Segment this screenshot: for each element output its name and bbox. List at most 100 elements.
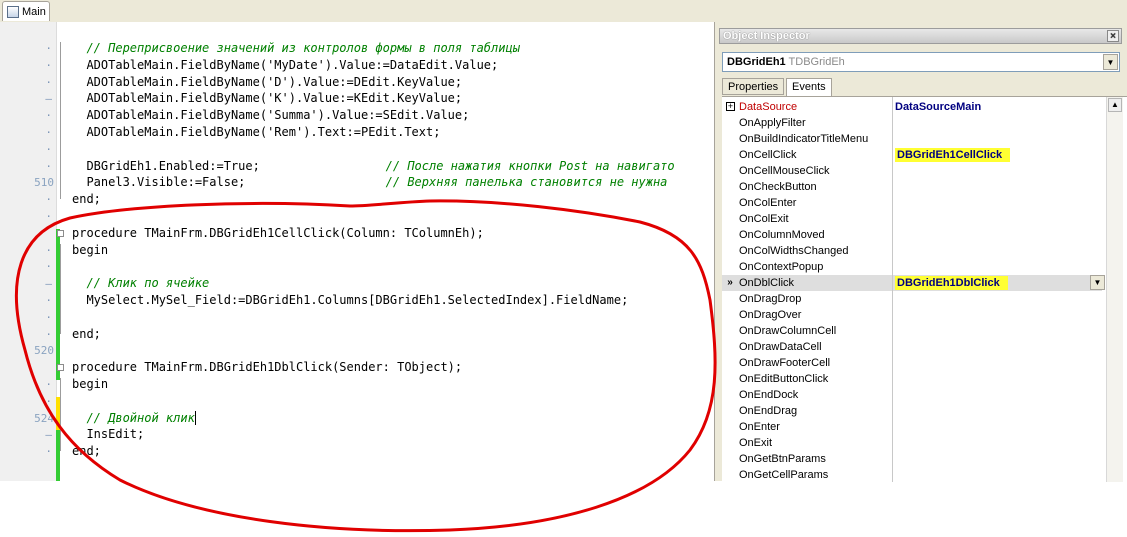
code-text: DBGridEh1.Enabled:=True; bbox=[72, 158, 260, 173]
code-line[interactable]: InsEdit; bbox=[72, 426, 144, 443]
code-text: Panel3.Visible:=False; bbox=[72, 175, 260, 190]
handler-name: DataSourceMain bbox=[895, 101, 982, 113]
event-name: OnContextPopup bbox=[739, 261, 824, 273]
fold-toggle-icon[interactable] bbox=[57, 364, 64, 372]
code-text: end; bbox=[72, 444, 101, 459]
event-row[interactable]: OnGetBtnParams bbox=[722, 451, 1102, 467]
line-number: 520 bbox=[34, 344, 54, 358]
fold-guide bbox=[60, 378, 61, 452]
code-comment: // Клик по ячейке bbox=[72, 276, 210, 291]
line-marker: – bbox=[45, 92, 52, 106]
tab-main[interactable]: Main bbox=[2, 1, 50, 21]
line-number: 510 bbox=[34, 176, 54, 190]
event-row[interactable]: OnDragOver bbox=[722, 307, 1102, 323]
fold-toggle-icon[interactable] bbox=[57, 229, 64, 237]
event-name: OnColumnMoved bbox=[739, 229, 825, 241]
code-line[interactable]: procedure TMainFrm.DBGridEh1DblClick(Sen… bbox=[72, 359, 462, 376]
event-name: DataSource bbox=[739, 101, 798, 113]
event-row[interactable]: OnColumnMoved bbox=[722, 227, 1102, 243]
close-icon[interactable]: × bbox=[1107, 30, 1119, 42]
inspector-title: Object Inspector bbox=[723, 30, 810, 42]
code-comment: // Двойной клик bbox=[72, 410, 195, 425]
event-row[interactable]: OnColWidthsChanged bbox=[722, 243, 1102, 259]
chevron-down-icon[interactable]: ▼ bbox=[1090, 275, 1105, 290]
object-selector[interactable]: DBGridEh1 TDBGridEh ▼ bbox=[722, 52, 1120, 72]
code-line[interactable]: MySelect.MySel_Field:=DBGridEh1.Columns[… bbox=[72, 292, 628, 309]
expand-plus-icon[interactable]: + bbox=[726, 102, 735, 111]
grid-scrollbar[interactable]: ▲ bbox=[1106, 97, 1123, 482]
code-line[interactable]: ADOTableMain.FieldByName('Summa').Value:… bbox=[72, 107, 469, 124]
event-row[interactable]: OnDrawDataCell bbox=[722, 339, 1102, 355]
event-name: OnApplyFilter bbox=[739, 117, 806, 129]
event-row[interactable]: OnGetCellParams bbox=[722, 467, 1102, 482]
event-row[interactable]: OnApplyFilter bbox=[722, 115, 1102, 131]
code-line[interactable]: ADOTableMain.FieldByName('Rem').Text:=PE… bbox=[72, 124, 440, 141]
event-row[interactable]: OnDragDrop bbox=[722, 291, 1102, 307]
event-row[interactable]: OnBuildIndicatorTitleMenu bbox=[722, 131, 1102, 147]
code-line[interactable]: procedure TMainFrm.DBGridEh1CellClick(Co… bbox=[72, 225, 484, 242]
code-text: ADOTableMain.FieldByName('Summa').Value:… bbox=[72, 108, 470, 123]
event-row[interactable]: OnExit bbox=[722, 435, 1102, 451]
code-line[interactable]: Panel3.Visible:=False; // Верхняя панель… bbox=[72, 174, 667, 191]
chevron-down-icon[interactable]: ▼ bbox=[1103, 54, 1118, 70]
code-line[interactable]: end; bbox=[72, 326, 101, 343]
line-marker: · bbox=[45, 294, 52, 307]
event-row[interactable]: OnEditButtonClick bbox=[722, 371, 1102, 387]
code-line[interactable]: begin bbox=[72, 376, 108, 393]
event-row[interactable]: OnColExit bbox=[722, 211, 1102, 227]
event-name: OnCellMouseClick bbox=[739, 165, 830, 177]
event-row[interactable]: OnEndDrag bbox=[722, 403, 1102, 419]
code-line[interactable]: DBGridEh1.Enabled:=True; // После нажатия… bbox=[72, 158, 675, 175]
event-name: OnColEnter bbox=[739, 197, 797, 209]
event-row[interactable]: OnDrawColumnCell bbox=[722, 323, 1102, 339]
event-handler-value[interactable]: DataSourceMain bbox=[895, 99, 1100, 115]
event-row[interactable]: OnCellMouseClick bbox=[722, 163, 1102, 179]
code-line[interactable]: end; bbox=[72, 191, 101, 208]
unit-file-icon bbox=[7, 5, 19, 18]
code-line[interactable]: ADOTableMain.FieldByName('D').Value:=DEd… bbox=[72, 74, 462, 91]
event-handler-value[interactable]: DBGridEh1CellClick bbox=[895, 147, 1100, 163]
line-marker: · bbox=[45, 445, 52, 459]
grid-divider[interactable] bbox=[892, 97, 893, 482]
event-row[interactable]: + DataSource DataSourceMain bbox=[722, 99, 1102, 115]
event-name: OnGetCellParams bbox=[739, 469, 829, 481]
code-line[interactable]: // Клик по ячейке bbox=[72, 275, 209, 292]
code-comment: // После нажатия кнопки Post на навигато bbox=[385, 158, 675, 173]
text-cursor bbox=[194, 411, 196, 426]
code-line[interactable]: ADOTableMain.FieldByName('K').Value:=KEd… bbox=[72, 90, 462, 107]
line-marker: · bbox=[45, 159, 52, 173]
event-row[interactable]: OnDrawFooterCell bbox=[722, 355, 1102, 371]
event-name: OnEndDrag bbox=[739, 405, 798, 417]
code-editor[interactable]: 510 520 524 · · · · · · · · · · · · · · · · · – – – // Перепри… bbox=[0, 22, 714, 481]
tab-properties[interactable]: Properties bbox=[722, 78, 785, 95]
event-name: OnGetBtnParams bbox=[739, 453, 826, 465]
fold-guide bbox=[60, 42, 61, 200]
event-row[interactable]: OnContextPopup bbox=[722, 259, 1102, 275]
line-marker: · bbox=[45, 58, 52, 72]
line-marker: · bbox=[45, 42, 52, 55]
event-name: OnExit bbox=[739, 437, 773, 449]
event-row[interactable]: OnColEnter bbox=[722, 195, 1102, 211]
code-line[interactable]: // Двойной клик bbox=[72, 410, 196, 427]
event-name: OnDragOver bbox=[739, 309, 802, 321]
event-name: OnDragDrop bbox=[739, 293, 802, 305]
line-marker: · bbox=[45, 109, 52, 123]
event-name: OnEnter bbox=[739, 421, 780, 433]
line-marker: · bbox=[45, 142, 52, 156]
event-row[interactable]: » OnDblClick DBGridEh1DblClick ▼ bbox=[722, 275, 1105, 291]
code-line[interactable]: // Переприсвоение значений из контролов … bbox=[72, 40, 520, 57]
tab-events[interactable]: Events bbox=[786, 78, 832, 96]
line-marker: · bbox=[45, 126, 52, 139]
event-handler-value[interactable]: DBGridEh1DblClick bbox=[895, 275, 1100, 291]
event-row[interactable]: OnEnter bbox=[722, 419, 1102, 435]
code-line[interactable]: end; bbox=[72, 443, 101, 460]
event-row[interactable]: OnCellClick DBGridEh1CellClick bbox=[722, 147, 1102, 163]
line-marker: – bbox=[45, 277, 52, 291]
event-row[interactable]: OnCheckButton bbox=[722, 179, 1102, 195]
scroll-up-icon[interactable]: ▲ bbox=[1108, 98, 1122, 112]
code-line[interactable]: ADOTableMain.FieldByName('MyDate').Value… bbox=[72, 57, 498, 74]
event-row[interactable]: OnEndDock bbox=[722, 387, 1102, 403]
event-name: OnCheckButton bbox=[739, 181, 817, 193]
tab-main-label: Main bbox=[22, 5, 46, 18]
code-line[interactable]: begin bbox=[72, 242, 108, 259]
